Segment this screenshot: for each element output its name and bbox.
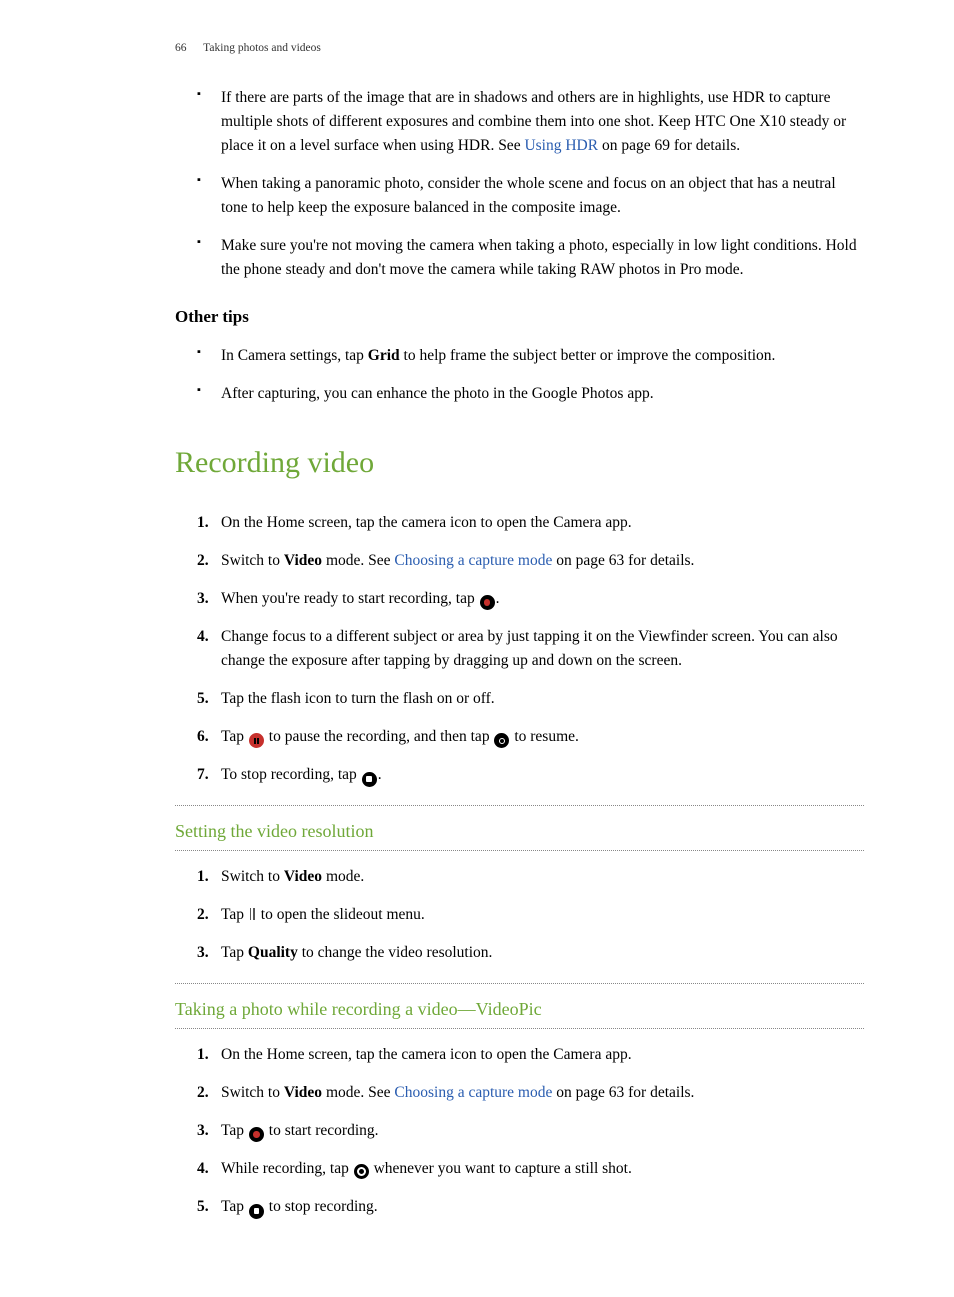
pause-icon (249, 733, 264, 748)
choosing-capture-mode-link[interactable]: Choosing a capture mode (394, 552, 552, 569)
page-number: 66 (175, 42, 187, 54)
videopic-heading: Taking a photo while recording a video—V… (175, 988, 864, 1024)
videopic-steps: On the Home screen, tap the camera icon … (175, 1043, 864, 1219)
divider (175, 983, 864, 984)
list-item: Tap to stop recording. (197, 1195, 864, 1219)
divider (175, 805, 864, 806)
record-icon (480, 595, 495, 610)
page-header: 66 Taking photos and videos (175, 40, 864, 58)
list-item: Tap to open the slideout menu. (197, 903, 864, 927)
divider (175, 850, 864, 851)
list-item: When taking a panoramic photo, consider … (197, 172, 864, 220)
list-item: Tap Quality to change the video resoluti… (197, 941, 864, 965)
divider (175, 1028, 864, 1029)
list-item: Tap to start recording. (197, 1119, 864, 1143)
list-item: Make sure you're not moving the camera w… (197, 234, 864, 282)
recording-video-title: Recording video (175, 440, 864, 487)
recording-steps: On the Home screen, tap the camera icon … (175, 511, 864, 787)
list-item: Switch to Video mode. (197, 865, 864, 889)
list-item: Switch to Video mode. See Choosing a cap… (197, 549, 864, 573)
list-item: While recording, tap whenever you want t… (197, 1157, 864, 1181)
list-item: Switch to Video mode. See Choosing a cap… (197, 1081, 864, 1105)
using-hdr-link[interactable]: Using HDR (524, 137, 598, 154)
stop-icon (362, 772, 377, 787)
stop-icon (249, 1204, 264, 1219)
list-item: On the Home screen, tap the camera icon … (197, 511, 864, 535)
list-item: If there are parts of the image that are… (197, 86, 864, 158)
list-item: After capturing, you can enhance the pho… (197, 382, 864, 406)
list-item: Tap the flash icon to turn the flash on … (197, 687, 864, 711)
list-item: On the Home screen, tap the camera icon … (197, 1043, 864, 1067)
other-tips-list: In Camera settings, tap Grid to help fra… (175, 344, 864, 406)
list-item: To stop recording, tap . (197, 763, 864, 787)
camera-shot-icon (354, 1164, 369, 1179)
resolution-steps: Switch to Video mode. Tap to open the sl… (175, 865, 864, 965)
page-header-title: Taking photos and videos (203, 42, 321, 54)
other-tips-heading: Other tips (175, 304, 864, 330)
tips-list: If there are parts of the image that are… (175, 86, 864, 282)
list-item: Tap to pause the recording, and then tap… (197, 725, 864, 749)
list-item: In Camera settings, tap Grid to help fra… (197, 344, 864, 368)
record-icon (249, 1127, 264, 1142)
slideout-menu-icon (250, 908, 255, 920)
list-item: Change focus to a different subject or a… (197, 625, 864, 673)
resume-icon (494, 733, 509, 748)
list-item: When you're ready to start recording, ta… (197, 587, 864, 611)
choosing-capture-mode-link[interactable]: Choosing a capture mode (394, 1084, 552, 1101)
video-resolution-heading: Setting the video resolution (175, 810, 864, 846)
